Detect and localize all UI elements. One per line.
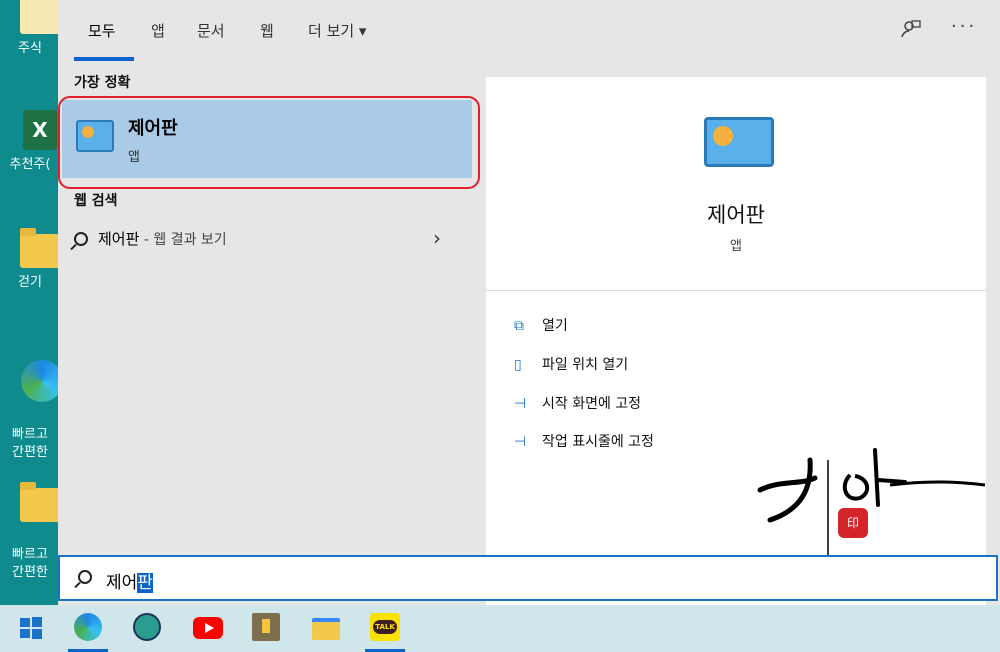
section-title-best-match: 가장 정확 (74, 75, 131, 91)
notes-taskbar-icon[interactable] (252, 613, 282, 643)
search-text: 제어 (106, 573, 138, 593)
desktop-icon-edge-shortcut[interactable]: 빠르고 간편한 (0, 342, 60, 480)
web-result-suffix: - 웹 결과 보기 (139, 232, 227, 248)
preview-type: 앱 (730, 239, 742, 254)
desktop-icon-label: 걷기 (18, 275, 42, 290)
tab-apps[interactable]: 앱 (151, 20, 165, 41)
kakaotalk-label: TALK (373, 620, 397, 634)
signature-watermark (757, 448, 986, 568)
start-button[interactable] (16, 613, 46, 643)
file-location-icon: ▯ (514, 357, 522, 373)
file-explorer-taskbar-icon[interactable] (312, 613, 342, 643)
action-open-file-location[interactable]: ▯ 파일 위치 열기 (514, 354, 628, 374)
web-result-query: 제어판 (98, 230, 140, 248)
folder-icon (20, 0, 60, 34)
desktop-icon-label: 주식 (18, 41, 42, 56)
tab-more[interactable]: 더 보기 ▾ (308, 20, 366, 41)
tab-all[interactable]: 모두 (88, 20, 116, 41)
youtube-taskbar-icon[interactable] (193, 613, 223, 643)
desktop-icon-label: 빠르고 간편한 (12, 427, 48, 460)
chevron-right-icon[interactable]: › (433, 226, 441, 250)
pin-icon: ⊣ (514, 434, 527, 450)
section-title-web-search: 웹 검색 (74, 193, 118, 209)
seal-stamp: 印 (838, 508, 868, 538)
active-tab-indicator (74, 57, 134, 61)
action-pin-to-start[interactable]: ⊣ 시작 화면에 고정 (514, 393, 641, 413)
desktop-icon-walk[interactable]: 걷기 (0, 228, 60, 292)
desktop-icon-folder-shortcut[interactable]: 빠르고 간편한 (0, 470, 60, 600)
excel-icon: X (23, 110, 57, 150)
edge-icon (21, 360, 60, 402)
edge-taskbar-icon[interactable] (74, 613, 104, 643)
preview-title: 제어판 (707, 203, 765, 227)
divider (486, 290, 986, 291)
tab-bar: 모두 앱 문서 웹 더 보기 ▾ ··· (58, 0, 1000, 62)
photos-taskbar-icon[interactable] (133, 613, 163, 643)
kakaotalk-taskbar-icon[interactable]: TALK (370, 613, 400, 643)
tab-documents[interactable]: 문서 (197, 20, 225, 41)
open-icon: ⧉ (514, 318, 524, 334)
taskbar: TALK (0, 605, 1000, 652)
search-input[interactable]: 제어판 (106, 568, 153, 593)
desktop-icon-label: 빠르고 간편한 (12, 547, 48, 580)
desktop-icon-recommend[interactable]: X 추천주( (0, 110, 60, 174)
search-selected-text: 판 (137, 573, 153, 593)
web-search-result[interactable]: 제어판 - 웹 결과 보기 (74, 228, 454, 252)
action-pin-to-taskbar[interactable]: ⊣ 작업 표시줄에 고정 (514, 431, 654, 451)
highlight-outline (58, 96, 480, 189)
folder-icon (20, 228, 60, 268)
action-label: 작업 표시줄에 고정 (542, 434, 654, 450)
desktop: 주식 X 추천주( 걷기 빠르고 간편한 빠르고 간편한 (0, 0, 60, 605)
desktop-icon-label: 추천주( (9, 157, 51, 172)
more-options-icon[interactable]: ··· (951, 16, 977, 37)
search-box[interactable]: 제어판 (58, 555, 998, 601)
tab-web[interactable]: 웹 (260, 20, 274, 41)
pin-icon: ⊣ (514, 396, 527, 412)
feedback-icon[interactable] (900, 18, 922, 45)
folder-icon (20, 482, 60, 522)
desktop-icon-stocks[interactable]: 주식 (0, 0, 60, 58)
search-icon (78, 570, 92, 584)
action-open[interactable]: ⧉ 열기 (514, 315, 568, 335)
action-label: 파일 위치 열기 (542, 357, 629, 373)
action-label: 열기 (542, 318, 568, 334)
search-icon (74, 232, 88, 246)
action-label: 시작 화면에 고정 (542, 396, 642, 412)
control-panel-large-icon (704, 117, 774, 167)
